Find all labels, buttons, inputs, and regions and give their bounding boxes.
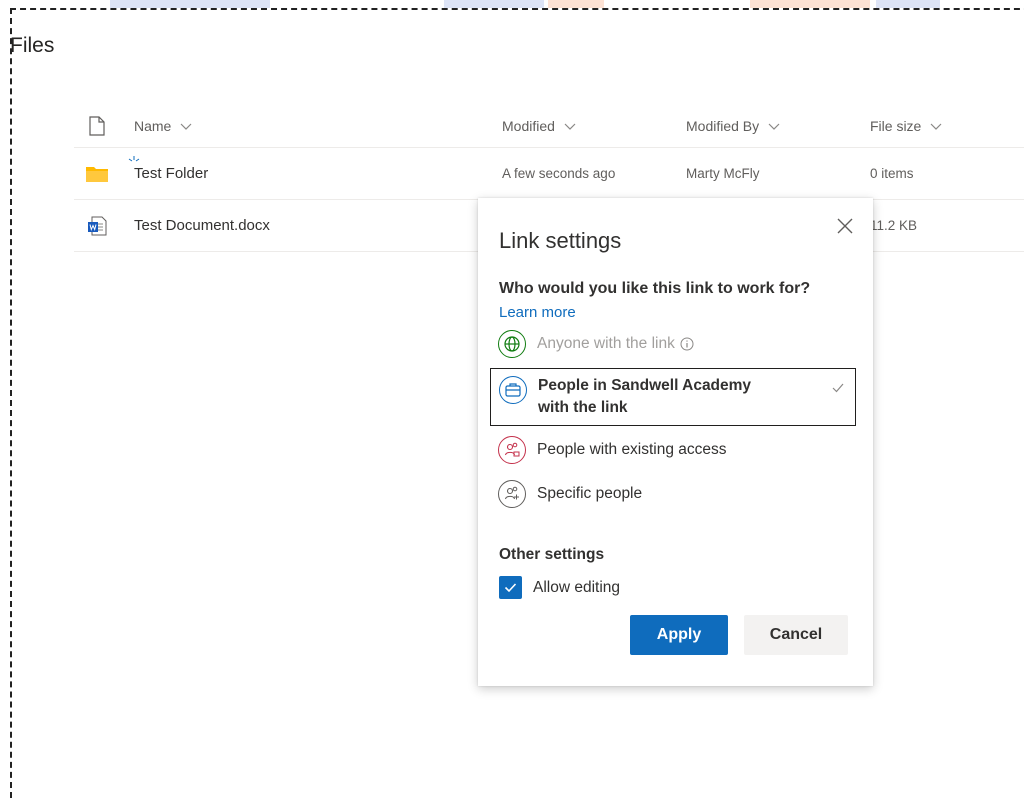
column-header-modified[interactable]: Modified (502, 104, 577, 147)
new-item-sparkle-icon (128, 156, 140, 162)
file-type-header[interactable] (84, 104, 110, 147)
option-label: Specific people (537, 485, 643, 502)
modified-by-cell: Marty McFly (686, 166, 760, 181)
allow-editing-label: Allow editing (533, 578, 621, 596)
column-header-name-label: Name (134, 117, 172, 134)
file-name: Test Document.docx (134, 217, 270, 234)
chevron-down-icon (564, 123, 576, 130)
word-document-icon (84, 200, 110, 251)
top-decoration-mid-accent (548, 0, 604, 8)
globe-icon (498, 330, 526, 358)
chevron-down-icon (768, 123, 780, 130)
checkbox-checked-icon (499, 576, 522, 599)
column-header-modified-label: Modified (502, 117, 555, 134)
column-header-file-size-label: File size (870, 117, 922, 134)
column-header-modified-by-label: Modified By (686, 117, 760, 134)
folder-icon (84, 148, 110, 199)
file-name: Test Folder (134, 165, 209, 182)
top-decoration-left (110, 0, 270, 8)
top-decoration-right-2 (876, 0, 940, 8)
chevron-down-icon (930, 123, 942, 130)
checkmark-icon (832, 383, 844, 393)
document-icon (89, 115, 105, 136)
option-anyone[interactable]: Anyone with the link (490, 328, 856, 360)
column-header-name[interactable]: Name (134, 104, 193, 147)
column-header-modified-by[interactable]: Modified By (686, 104, 781, 147)
option-specific-people[interactable]: Specific people (490, 478, 856, 510)
file-name-cell[interactable]: Test Folder (128, 148, 209, 199)
link-settings-dialog: Link settings Who would you like this li… (478, 198, 873, 686)
option-label: Anyone with the link (537, 335, 675, 352)
allow-editing-checkbox[interactable]: Allow editing (499, 576, 620, 599)
option-existing-access[interactable]: People with existing access (490, 434, 856, 466)
option-label: People in Sandwell Academy with the link (538, 377, 752, 416)
close-icon[interactable] (833, 214, 857, 238)
learn-more-link[interactable]: Learn more (499, 304, 576, 321)
other-settings-heading: Other settings (499, 546, 605, 563)
info-icon[interactable] (680, 337, 694, 351)
dialog-title: Link settings (499, 228, 622, 253)
top-decoration-mid (444, 0, 544, 8)
audience-question: Who would you like this link to work for… (499, 280, 811, 297)
chevron-down-icon (180, 123, 192, 130)
apply-button[interactable]: Apply (630, 615, 728, 655)
option-label: People with existing access (537, 441, 727, 458)
file-size-cell: 0 items (870, 166, 914, 181)
list-header: Name Modified Modified By File size (74, 104, 1024, 148)
option-organization[interactable]: People in Sandwell Academy with the link (490, 368, 856, 426)
modified-cell: A few seconds ago (502, 166, 616, 181)
existing-access-icon (498, 436, 526, 464)
table-row[interactable]: Test Folder A few seconds ago Marty McFl… (74, 148, 1024, 200)
cancel-button[interactable]: Cancel (744, 615, 848, 655)
column-header-file-size[interactable]: File size (870, 104, 943, 147)
specific-people-icon (498, 480, 526, 508)
page-title: Files (10, 34, 55, 57)
organization-icon (499, 376, 527, 404)
file-size-cell: 11.2 KB (870, 218, 918, 233)
file-name-cell[interactable]: Test Document.docx (134, 200, 270, 251)
top-decoration-right (750, 0, 870, 8)
